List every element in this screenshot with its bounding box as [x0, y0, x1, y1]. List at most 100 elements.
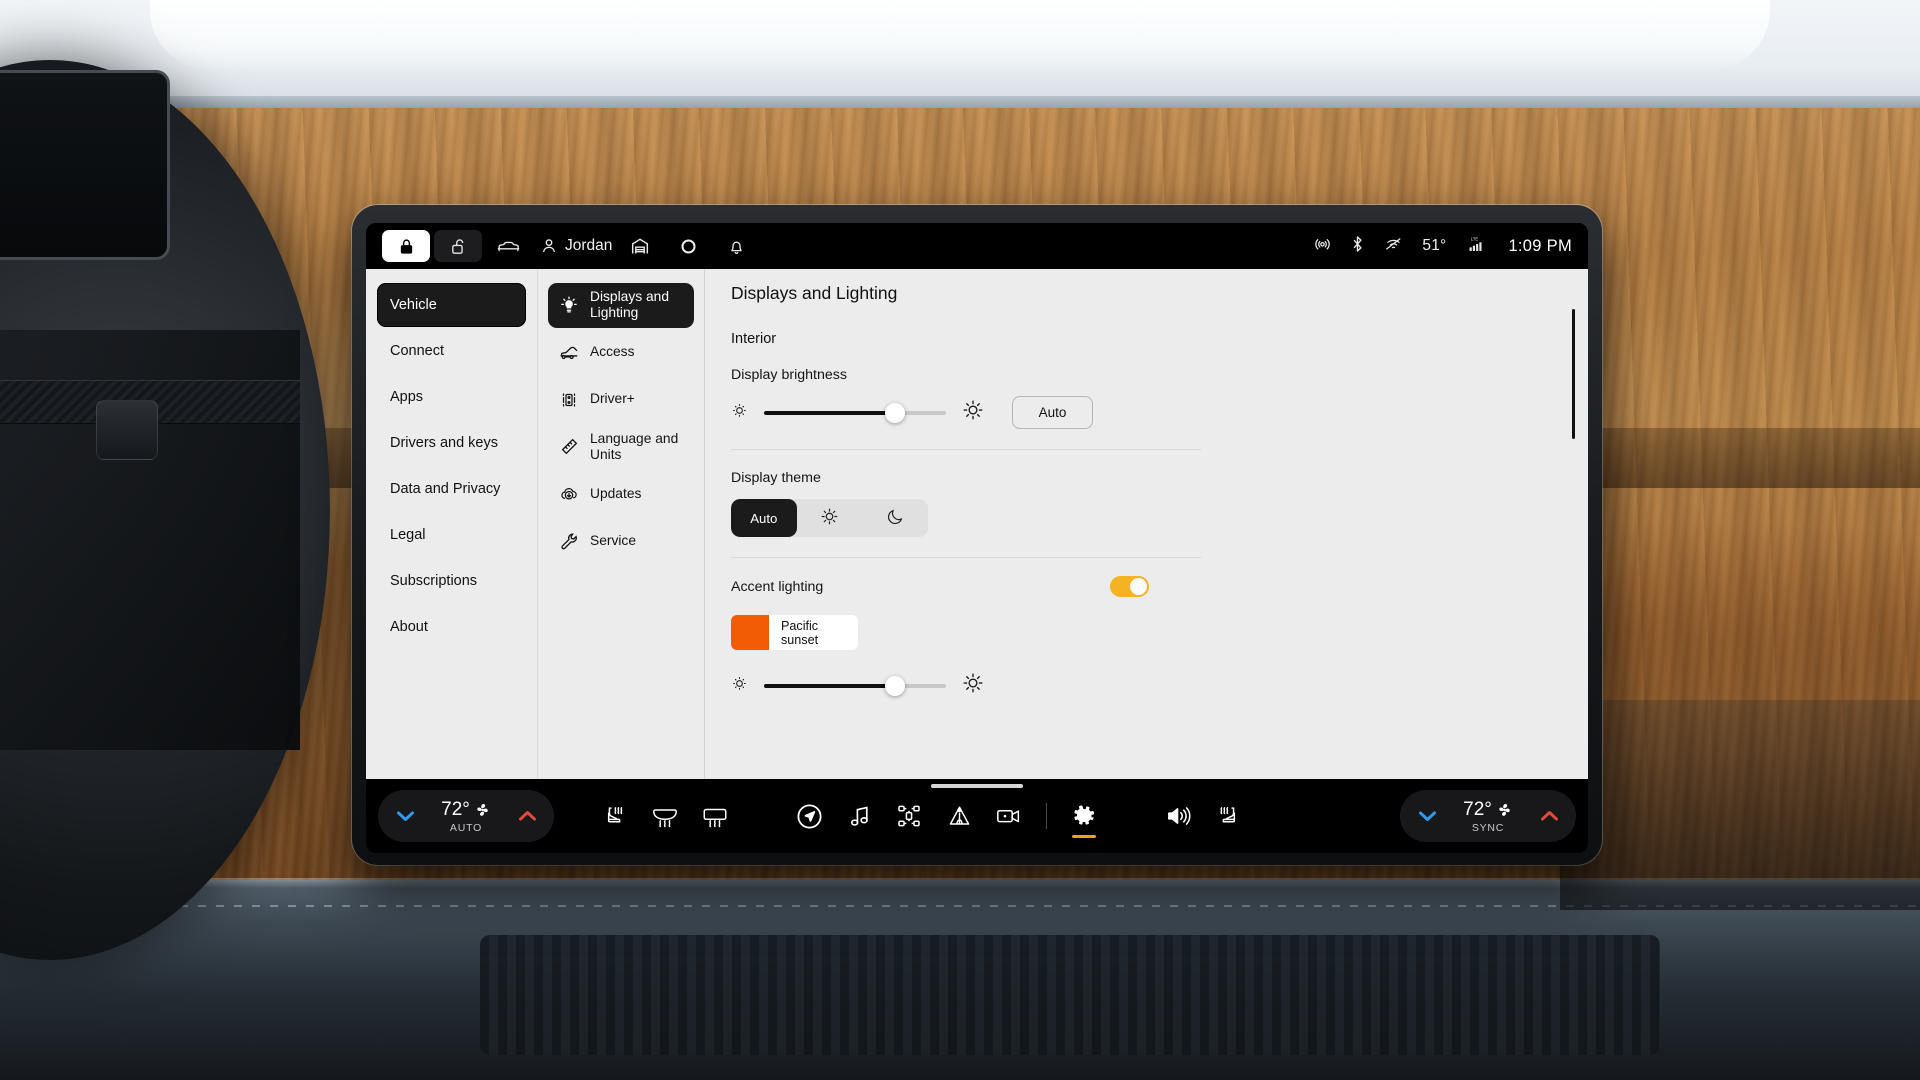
chevron-down-icon[interactable] — [1414, 809, 1440, 823]
profile-button[interactable]: Jordan — [540, 237, 612, 255]
chevron-down-icon[interactable] — [392, 809, 418, 823]
car-hood-open-icon — [558, 343, 580, 363]
subnav-item-displays-and-lighting[interactable]: Displays and Lighting — [548, 283, 694, 328]
sidebar-item-subscriptions[interactable]: Subscriptions — [377, 559, 526, 603]
sidebar-item-drivers-and-keys[interactable]: Drivers and keys — [377, 421, 526, 465]
status-bar-left: Jordan — [382, 230, 758, 262]
brightness-high-icon — [962, 399, 984, 426]
subnav-item-language-and-units[interactable]: Language and Units — [548, 425, 694, 470]
infotainment-screen: Jordan 51° LTE 1:09 PM Vehicle Connect A… — [366, 223, 1588, 853]
sidebar-item-apps[interactable]: Apps — [377, 375, 526, 419]
subnav-item-label: Service — [590, 532, 637, 548]
windshield-defrost-icon[interactable] — [640, 790, 690, 842]
subnav-item-driver-plus[interactable]: Driver+ — [548, 378, 694, 422]
windshield-glass — [150, 0, 1770, 70]
bell-icon[interactable] — [714, 230, 758, 262]
seat-heater-right-icon[interactable] — [1203, 790, 1253, 842]
theme-option-auto[interactable]: Auto — [731, 499, 797, 537]
accent-lighting-toggle[interactable] — [1110, 576, 1149, 597]
home-handle[interactable] — [931, 784, 1023, 788]
infotainment-bezel: Jordan 51° LTE 1:09 PM Vehicle Connect A… — [352, 205, 1602, 865]
subnav-item-access[interactable]: Access — [548, 331, 694, 375]
bluetooth-icon[interactable] — [1350, 234, 1365, 259]
brightness-auto-label: Auto — [1038, 405, 1067, 420]
settings-body: Vehicle Connect Apps Drivers and keys Da… — [366, 269, 1588, 779]
content-bottom-fade — [705, 765, 1588, 779]
secondary-nav: Displays and Lighting Access Driver+ Lan… — [538, 269, 705, 779]
seat-heater-left-icon[interactable] — [590, 790, 640, 842]
passenger-side-panel — [1560, 700, 1920, 910]
display-brightness-slider[interactable] — [764, 402, 946, 423]
clock: 1:09 PM — [1508, 236, 1572, 255]
brightness-auto-button[interactable]: Auto — [1012, 396, 1093, 429]
subnav-item-updates[interactable]: Updates — [548, 472, 694, 516]
status-bar: Jordan 51° LTE 1:09 PM — [366, 223, 1588, 269]
car-icon[interactable] — [486, 230, 530, 262]
wrench-icon — [558, 531, 580, 552]
sidebar-item-label: Apps — [390, 389, 424, 405]
camp-mode-icon[interactable] — [934, 790, 984, 842]
ring-icon[interactable] — [666, 230, 710, 262]
chevron-up-icon[interactable] — [514, 809, 540, 823]
climate-control-right[interactable]: 72° SYNC — [1400, 790, 1576, 842]
navigation-icon[interactable] — [784, 790, 834, 842]
accent-lighting-header: Accent lighting — [731, 576, 1149, 597]
settings-gear-icon[interactable] — [1059, 790, 1109, 842]
dock-separator — [1046, 803, 1047, 829]
section-heading-interior: Interior — [731, 331, 777, 347]
volume-icon[interactable] — [1153, 790, 1203, 842]
cloud-download-icon — [558, 484, 580, 504]
climate-right-readout: 72° SYNC — [1452, 799, 1524, 834]
theme-option-light[interactable] — [797, 499, 863, 537]
fan-icon — [477, 803, 488, 816]
sidebar-item-vehicle[interactable]: Vehicle — [377, 283, 526, 327]
subnav-item-service[interactable]: Service — [548, 519, 694, 563]
subnav-item-label: Displays and Lighting — [590, 289, 669, 321]
person-icon — [542, 239, 556, 253]
accent-lighting-label: Accent lighting — [731, 578, 824, 595]
page-title: Displays and Lighting — [731, 283, 898, 303]
climate-left-readout: 72° AUTO — [430, 799, 502, 834]
music-icon[interactable] — [834, 790, 884, 842]
driver-instrument-cluster — [0, 70, 170, 260]
bottom-dock: 72° AUTO 72° SYNC — [366, 779, 1588, 853]
sidebar-item-label: Drivers and keys — [390, 435, 498, 451]
hotspot-icon[interactable] — [1313, 234, 1332, 258]
climate-control-left[interactable]: 72° AUTO — [378, 790, 554, 842]
sidebar-item-label: Data and Privacy — [390, 481, 501, 497]
climate-right-temp: 72° — [1463, 798, 1492, 820]
garage-icon[interactable] — [618, 230, 662, 262]
profile-name: Jordan — [565, 237, 613, 254]
sidebar-item-about[interactable]: About — [377, 605, 526, 649]
sidebar-item-label: Legal — [390, 527, 426, 543]
theme-option-dark[interactable] — [862, 499, 928, 537]
display-theme-label: Display theme — [731, 470, 821, 486]
sidebar-item-legal[interactable]: Legal — [377, 513, 526, 557]
sidebar-item-connect[interactable]: Connect — [377, 329, 526, 373]
drive-modes-icon[interactable] — [884, 790, 934, 842]
rear-defrost-icon[interactable] — [690, 790, 740, 842]
dock-center-icons — [784, 790, 1109, 842]
chevron-up-icon[interactable] — [1536, 809, 1562, 823]
accent-color-chip[interactable]: Pacific sunset — [731, 615, 858, 650]
status-bar-right: 51° LTE 1:09 PM — [1313, 234, 1572, 259]
lte-signal-icon[interactable]: LTE — [1464, 234, 1486, 259]
lock-closed-button[interactable] — [382, 230, 430, 262]
camera-icon[interactable] — [984, 790, 1034, 842]
content-scrollbar[interactable] — [1572, 309, 1575, 439]
lock-open-button[interactable] — [434, 230, 482, 262]
climate-right-mode: SYNC — [1471, 821, 1505, 834]
subnav-item-label: Updates — [590, 485, 642, 501]
moon-icon — [886, 507, 905, 529]
turn-signal-stalk — [96, 400, 158, 460]
console-speaker-grill — [480, 935, 1660, 1055]
dock-left-icons — [590, 790, 740, 842]
subnav-item-label: Driver+ — [590, 391, 635, 407]
sidebar-item-label: Vehicle — [390, 297, 437, 313]
sidebar-item-label: Subscriptions — [390, 573, 478, 589]
wifi-off-icon[interactable] — [1383, 234, 1404, 258]
sidebar-item-data-and-privacy[interactable]: Data and Privacy — [377, 467, 526, 511]
accent-brightness-slider[interactable] — [764, 675, 946, 696]
sun-icon — [820, 507, 839, 529]
accent-color-swatch — [731, 615, 769, 650]
